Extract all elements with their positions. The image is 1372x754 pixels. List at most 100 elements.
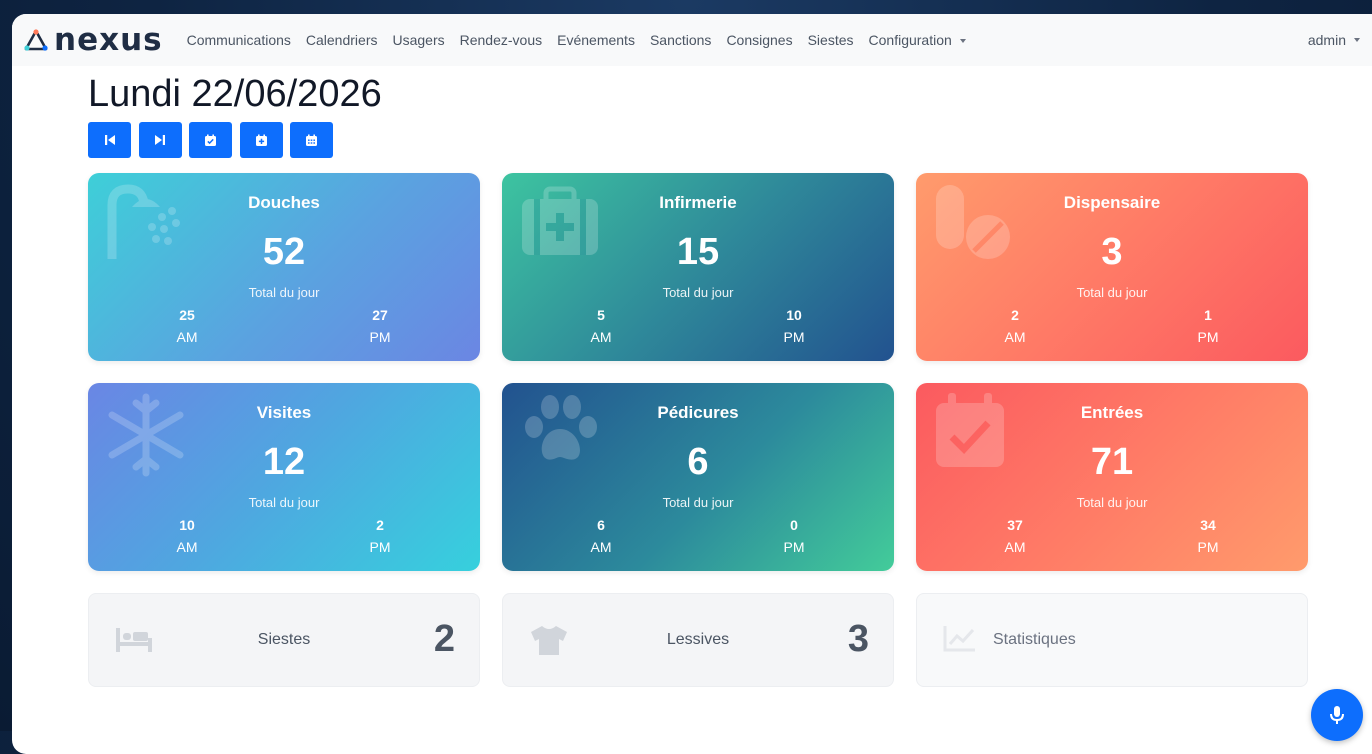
date-navigation (88, 122, 341, 158)
am-value: 2 (1011, 307, 1019, 323)
nav-item-communications[interactable]: Communications (187, 32, 291, 48)
card-am: 37 AM (975, 514, 1055, 558)
nav-item-consignes[interactable]: Consignes (726, 32, 792, 48)
pm-value: 10 (786, 307, 802, 323)
card-title: Entrées (1080, 403, 1144, 422)
nav-item-sanctions[interactable]: Sanctions (650, 32, 711, 48)
nav-item-calendriers[interactable]: Calendriers (306, 32, 378, 48)
card-pm: 34 PM (1168, 514, 1248, 558)
am-value: 25 (179, 307, 195, 323)
nav-item-siestes[interactable]: Siestes (808, 32, 854, 48)
user-menu-label: admin (1307, 32, 1346, 48)
nav-item-configuration-label: Configuration (868, 32, 952, 48)
card-am: 5 AM (561, 304, 641, 348)
card-entrees[interactable]: Entrées 71 Total du jour 37 AM 34 PM (916, 383, 1308, 571)
brand[interactable]: nexus (24, 21, 163, 58)
nav-item-configuration-dropdown[interactable]: Configuration (869, 32, 966, 48)
card-title: Pédicures (657, 403, 739, 422)
card-value: 2 (433, 618, 455, 660)
am-label: AM (176, 329, 198, 345)
calendar-check-icon (205, 134, 216, 146)
logo-icon (24, 29, 48, 51)
card-total: 15 (676, 231, 720, 273)
card-label: Statistiques (993, 631, 1076, 648)
card-statistiques[interactable]: Statistiques (916, 593, 1308, 687)
next-day-icon (155, 135, 165, 145)
card-douches[interactable]: Douches 52 Total du jour 25 AM 27 PM (88, 173, 480, 361)
pm-value: 0 (790, 517, 798, 533)
card-subtitle: Total du jour (248, 285, 320, 300)
card-infirmerie[interactable]: Infirmerie 15 Total du jour 5 AM 10 PM (502, 173, 894, 361)
card-siestes[interactable]: Siestes 2 (88, 593, 480, 687)
pm-label: PM (369, 329, 391, 345)
am-label: AM (590, 329, 612, 345)
today-button[interactable] (189, 122, 232, 158)
card-total: 52 (262, 231, 306, 273)
card-value: 3 (847, 618, 869, 660)
card-title: Visites (256, 403, 312, 422)
card-label: Lessives (666, 631, 730, 648)
card-total: 3 (1101, 231, 1123, 273)
pm-value: 1 (1204, 307, 1212, 323)
am-label: AM (176, 539, 198, 555)
pm-label: PM (369, 539, 391, 555)
card-subtitle: Total du jour (1076, 495, 1148, 510)
calendar-view-button[interactable] (290, 122, 333, 158)
pm-value: 27 (372, 307, 388, 323)
card-pm: 2 PM (340, 514, 420, 558)
card-title: Infirmerie (659, 193, 737, 212)
previous-day-icon (104, 135, 115, 145)
caret-down-icon (1354, 38, 1360, 42)
card-am: 10 AM (147, 514, 227, 558)
card-label: Siestes (257, 631, 311, 648)
chart-line-icon (943, 626, 975, 652)
card-pm: 27 PM (340, 304, 420, 348)
caret-down-icon (959, 39, 966, 44)
calendar-grid-icon (306, 134, 317, 146)
nav-menu: Communications Calendriers Usagers Rende… (187, 32, 981, 48)
am-label: AM (1004, 539, 1026, 555)
nav-item-evenements[interactable]: Evénements (557, 32, 635, 48)
pm-label: PM (783, 329, 805, 345)
card-visites[interactable]: Visites 12 Total du jour 10 AM 2 PM (88, 383, 480, 571)
card-subtitle: Total du jour (1076, 285, 1148, 300)
card-subtitle: Total du jour (662, 285, 734, 300)
pm-label: PM (1197, 329, 1219, 345)
navbar: nexus Communications Calendriers Usagers… (12, 14, 1372, 66)
card-am: 2 AM (975, 304, 1055, 348)
card-title: Douches (248, 193, 320, 212)
card-am: 25 AM (147, 304, 227, 348)
card-pedicures[interactable]: Pédicures 6 Total du jour 6 AM 0 PM (502, 383, 894, 571)
pm-value: 34 (1200, 517, 1216, 533)
card-pm: 0 PM (754, 514, 834, 558)
card-pm: 1 PM (1168, 304, 1248, 348)
calendar-plus-icon (255, 134, 267, 146)
pm-label: PM (1197, 539, 1219, 555)
card-am: 6 AM (561, 514, 641, 558)
card-pm: 10 PM (754, 304, 834, 348)
am-value: 5 (597, 307, 605, 323)
app-window: nexus Communications Calendriers Usagers… (12, 14, 1372, 754)
page-title: Lundi 22/06/2026 (88, 73, 382, 115)
microphone-icon (1330, 706, 1344, 724)
am-label: AM (1004, 329, 1026, 345)
add-date-button[interactable] (239, 122, 283, 158)
card-subtitle: Total du jour (662, 495, 734, 510)
nav-item-usagers[interactable]: Usagers (392, 32, 444, 48)
am-value: 10 (179, 517, 195, 533)
card-dispensaire[interactable]: Dispensaire 3 Total du jour 2 AM 1 PM (916, 173, 1308, 361)
voice-input-button[interactable] (1311, 689, 1363, 741)
pm-value: 2 (376, 517, 384, 533)
user-menu[interactable]: admin (1308, 14, 1360, 66)
am-label: AM (590, 539, 612, 555)
pm-label: PM (783, 539, 805, 555)
am-value: 37 (1007, 517, 1023, 533)
next-day-button[interactable] (138, 122, 182, 158)
brand-name: nexus (54, 21, 163, 58)
card-total: 71 (1090, 441, 1134, 483)
card-total: 12 (262, 441, 306, 483)
previous-day-button[interactable] (88, 122, 131, 158)
card-lessives[interactable]: Lessives 3 (502, 593, 894, 687)
card-subtitle: Total du jour (248, 495, 320, 510)
nav-item-rendez-vous[interactable]: Rendez-vous (460, 32, 543, 48)
